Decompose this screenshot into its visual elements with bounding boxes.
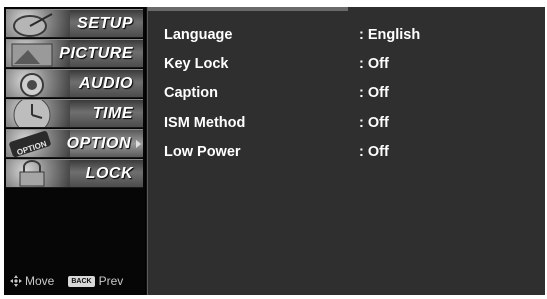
menu-item-option[interactable]: OPTION OPTION xyxy=(6,129,143,158)
speaker-icon xyxy=(6,70,70,97)
menu-item-lock[interactable]: LOCK xyxy=(6,159,143,188)
setting-label: Caption xyxy=(164,85,218,101)
menu-item-picture[interactable]: PICTURE xyxy=(6,39,143,68)
menu-sidebar: SETUP PICTURE AUDIO TIME OPTION OPTION L… xyxy=(4,7,146,295)
menu-label: PICTURE xyxy=(59,45,133,62)
clock-icon xyxy=(6,100,70,127)
satellite-dish-icon xyxy=(6,10,70,37)
selected-arrow-icon xyxy=(136,140,141,148)
menu-item-audio[interactable]: AUDIO xyxy=(6,69,143,98)
setting-row-language[interactable]: Language : English xyxy=(164,27,534,47)
setting-value: : Off xyxy=(359,115,389,131)
prev-label: Prev xyxy=(98,274,124,288)
move-label: Move xyxy=(25,274,55,288)
menu-label: TIME xyxy=(92,105,133,122)
menu-label: SETUP xyxy=(77,15,133,32)
lock-icon xyxy=(6,160,70,187)
setting-row-caption[interactable]: Caption : Off xyxy=(164,85,534,105)
setting-label: Low Power xyxy=(164,144,241,160)
menu-item-setup[interactable]: SETUP xyxy=(6,9,143,38)
setting-value: : English xyxy=(359,27,421,43)
setting-value: : Off xyxy=(359,144,389,160)
back-key-icon: BACK xyxy=(68,275,95,287)
option-tag-icon: OPTION xyxy=(6,130,70,157)
setting-row-low-power[interactable]: Low Power : Off xyxy=(164,144,534,164)
menu-item-time[interactable]: TIME xyxy=(6,99,143,128)
setting-label: Key Lock xyxy=(164,56,229,72)
setting-row-ism-method[interactable]: ISM Method : Off xyxy=(164,115,534,135)
tv-menu-screen: SETUP PICTURE AUDIO TIME OPTION OPTION L… xyxy=(4,7,545,295)
menu-label: AUDIO xyxy=(78,75,133,92)
setting-label: Language xyxy=(164,27,233,43)
setting-row-key-lock[interactable]: Key Lock : Off xyxy=(164,56,534,76)
key-hints: Move BACK Prev xyxy=(10,273,140,289)
move-arrows-icon xyxy=(10,275,22,287)
setting-value: : Off xyxy=(359,56,389,72)
panel-divider xyxy=(148,7,348,11)
menu-label: OPTION xyxy=(66,135,131,152)
setting-label: ISM Method xyxy=(164,115,246,131)
settings-panel: Language : English Key Lock : Off Captio… xyxy=(147,7,545,295)
setting-value: : Off xyxy=(359,85,389,101)
menu-label: LOCK xyxy=(85,165,133,182)
